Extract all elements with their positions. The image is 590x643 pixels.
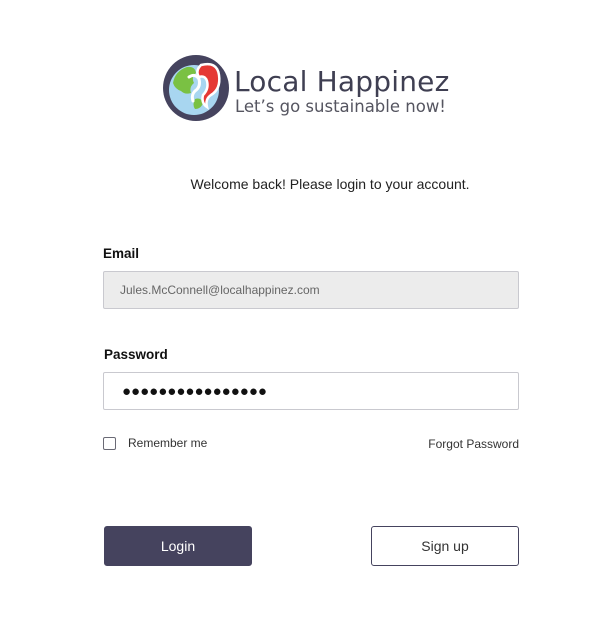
login-button[interactable]: Login (104, 526, 252, 566)
password-input[interactable] (103, 372, 519, 410)
brand-tagline: Let’s go sustainable now! (235, 97, 446, 116)
remember-me-toggle[interactable]: Remember me (103, 436, 207, 450)
email-label: Email (103, 246, 140, 261)
remember-me-checkbox[interactable] (103, 436, 116, 450)
globe-logo-icon (163, 55, 229, 121)
signup-button[interactable]: Sign up (371, 526, 519, 566)
forgot-password-link[interactable]: Forgot Password (428, 437, 519, 451)
brand-logo: Local Happinez Let’s go sustainable now! (161, 53, 461, 125)
password-label: Password (104, 347, 168, 362)
remember-me-label: Remember me (128, 436, 208, 450)
email-input[interactable] (103, 271, 519, 309)
welcome-message: Welcome back! Please login to your accou… (190, 176, 470, 192)
brand-name: Local Happinez (234, 65, 450, 98)
